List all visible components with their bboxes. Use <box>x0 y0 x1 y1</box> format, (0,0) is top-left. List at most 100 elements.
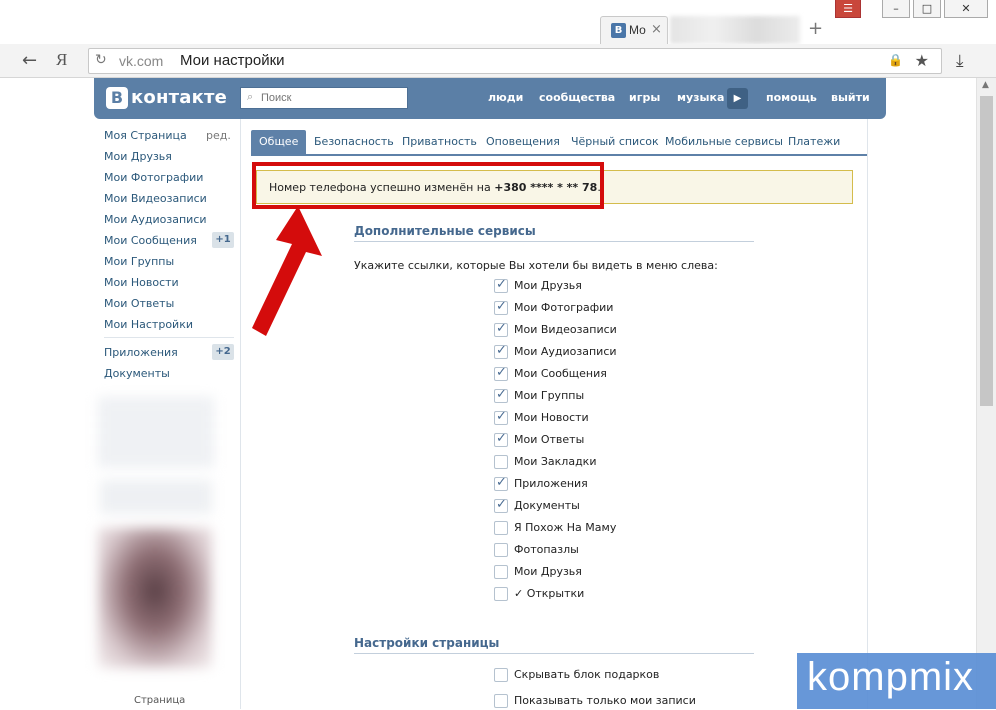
checkmark-icon: ✓ <box>496 497 507 512</box>
checkbox-label[interactable]: Показывать только мои записи <box>514 694 696 707</box>
address-domain: vk.com <box>119 53 164 69</box>
checkbox-label[interactable]: Мои Закладки <box>514 455 596 468</box>
nav-logout[interactable]: выйти <box>831 91 870 104</box>
checkbox-label[interactable]: Скрывать блок подарков <box>514 668 659 681</box>
checkbox[interactable]: ✓ <box>494 277 508 293</box>
checkbox-label[interactable]: Мои Группы <box>514 389 584 402</box>
checkbox[interactable]: ✓ <box>494 365 508 381</box>
checkbox[interactable]: ✓ <box>494 343 508 359</box>
menu-documents[interactable]: Документы <box>104 367 170 380</box>
checkbox[interactable]: ✓ <box>494 387 508 403</box>
checkbox-label[interactable]: Мои Видеозаписи <box>514 323 617 336</box>
tab-security[interactable]: Безопасность <box>314 130 394 154</box>
watermark-text: kompmix <box>807 655 975 699</box>
menu-news[interactable]: Мои Новости <box>104 276 179 289</box>
vk-logo[interactable]: В контакте <box>106 87 227 109</box>
messages-count-badge[interactable]: +1 <box>212 232 234 248</box>
menu-apps[interactable]: Приложения <box>104 346 178 359</box>
checkbox-label[interactable]: Мои Фотографии <box>514 301 613 314</box>
search-input[interactable] <box>261 90 401 106</box>
search-icon: ⌕ <box>247 90 254 103</box>
browser-tab[interactable]: В Мо × <box>600 16 668 44</box>
window-controls: ☰ – □ ✕ <box>835 0 988 18</box>
menu-groups[interactable]: Мои Группы <box>104 255 174 268</box>
tab-blacklist[interactable]: Чёрный список <box>571 130 659 154</box>
menu-friends[interactable]: Мои Друзья <box>104 150 172 163</box>
menu-answers[interactable]: Мои Ответы <box>104 297 174 310</box>
checkbox[interactable]: ✓ <box>494 475 508 491</box>
checkbox[interactable]: ✓ <box>494 409 508 425</box>
browser-titlebar: В Мо × + ☰ – □ ✕ <box>0 0 996 44</box>
tab-notifications[interactable]: Оповещения <box>486 130 560 154</box>
page-scrollbar[interactable]: ▲ <box>976 78 996 709</box>
pointer-arrow-icon <box>252 206 322 336</box>
tabs-underline <box>251 154 867 156</box>
tab-close-icon[interactable]: × <box>651 22 662 37</box>
checkbox-label[interactable]: Документы <box>514 499 580 512</box>
checkbox[interactable] <box>494 543 508 557</box>
menu-audio[interactable]: Мои Аудиозаписи <box>104 213 207 226</box>
checkbox[interactable] <box>494 455 508 469</box>
new-tab-button[interactable]: + <box>808 18 823 39</box>
nav-music[interactable]: музыка <box>677 91 724 104</box>
menu-photos[interactable]: Мои Фотографии <box>104 171 203 184</box>
menu-videos[interactable]: Мои Видеозаписи <box>104 192 207 205</box>
checkbox-label[interactable]: Приложения <box>514 477 588 490</box>
menu-edit-link[interactable]: ред. <box>206 129 231 142</box>
back-arrow-icon[interactable]: ← <box>22 50 37 71</box>
browser-toolbar: ← Я ↻ vk.com Мои настройки 🔒 ★ ⤓ <box>0 44 996 78</box>
scroll-thumb[interactable] <box>980 96 993 406</box>
menu-messages[interactable]: Мои Сообщения <box>104 234 197 247</box>
checkbox-label[interactable]: Мои Аудиозаписи <box>514 345 617 358</box>
tab-general[interactable]: Общее <box>251 130 307 154</box>
browser-menu-icon[interactable]: ☰ <box>835 0 861 18</box>
menu-my-page[interactable]: Моя Страница <box>104 129 187 142</box>
checkmark-icon: ✓ <box>496 299 507 314</box>
scroll-up-icon[interactable]: ▲ <box>982 80 989 90</box>
menu-settings[interactable]: Мои Настройки <box>104 318 193 331</box>
checkmark-icon: ✓ <box>496 431 507 446</box>
lock-icon[interactable]: 🔒 <box>888 53 903 67</box>
apps-count-badge[interactable]: +2 <box>212 344 234 360</box>
checkbox[interactable] <box>494 521 508 535</box>
tab-privacy[interactable]: Приватность <box>402 130 477 154</box>
checkbox[interactable]: ✓ <box>494 431 508 447</box>
checkbox-label[interactable]: Фотопазлы <box>514 543 579 556</box>
checkbox[interactable] <box>494 668 508 682</box>
nav-games[interactable]: игры <box>629 91 660 104</box>
checkbox[interactable] <box>494 694 508 708</box>
nav-people[interactable]: люди <box>488 91 523 104</box>
checkbox-label[interactable]: Мои Сообщения <box>514 367 607 380</box>
reload-icon[interactable]: ↻ <box>95 52 107 68</box>
minimize-icon[interactable]: – <box>882 0 910 18</box>
checkbox-label[interactable]: Мои Ответы <box>514 433 584 446</box>
yandex-icon[interactable]: Я <box>56 50 67 70</box>
bookmark-star-icon[interactable]: ★ <box>915 51 929 70</box>
download-icon[interactable]: ⤓ <box>956 51 964 71</box>
checkmark-icon: ✓ <box>496 343 507 358</box>
nav-help[interactable]: помощь <box>766 91 817 104</box>
checkbox-label[interactable]: Я Похож На Маму <box>514 521 616 534</box>
close-window-icon[interactable]: ✕ <box>944 0 988 18</box>
tab-payments[interactable]: Платежи <box>788 130 840 154</box>
checkbox-label[interactable]: ✓ Открытки <box>514 587 584 600</box>
services-title: Дополнительные сервисы <box>354 224 536 238</box>
checkbox[interactable] <box>494 565 508 579</box>
checkbox-label[interactable]: Мои Друзья <box>514 279 582 292</box>
checkbox[interactable]: ✓ <box>494 497 508 513</box>
checkmark-icon: ✓ <box>496 387 507 402</box>
checkbox[interactable] <box>494 587 508 601</box>
tab-mobile-services[interactable]: Мобильные сервисы <box>665 130 783 154</box>
checkbox[interactable]: ✓ <box>494 299 508 315</box>
checkbox-label[interactable]: Мои Новости <box>514 411 589 424</box>
music-play-icon[interactable]: ▶ <box>727 88 748 109</box>
checkbox-label[interactable]: Мои Друзья <box>514 565 582 578</box>
highlight-frame <box>252 162 604 209</box>
maximize-icon[interactable]: □ <box>913 0 941 18</box>
nav-communities[interactable]: сообщества <box>539 91 615 104</box>
page-settings-divider <box>354 653 754 654</box>
address-bar[interactable]: ↻ vk.com Мои настройки 🔒 ★ <box>88 48 942 74</box>
search-field[interactable]: ⌕ <box>240 87 408 109</box>
checkbox[interactable]: ✓ <box>494 321 508 337</box>
checkmark-icon: ✓ <box>496 321 507 336</box>
